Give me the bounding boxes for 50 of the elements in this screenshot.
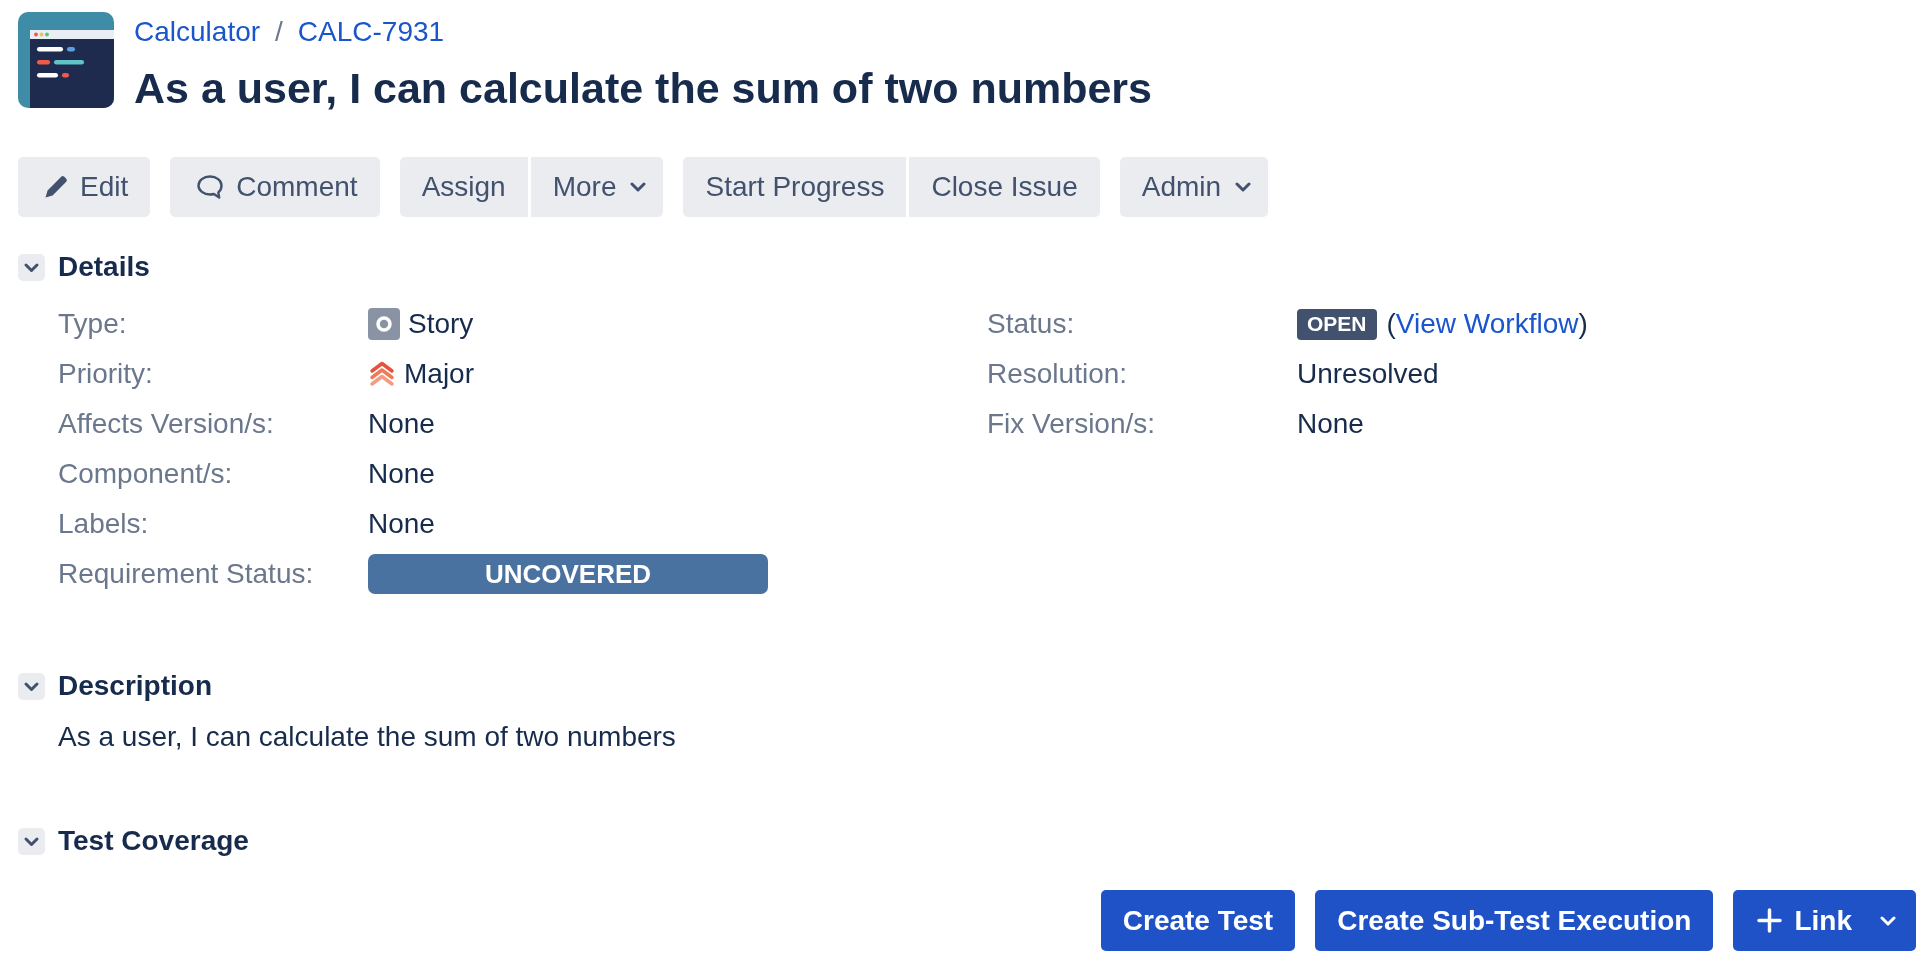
field-value: Story [408, 308, 474, 340]
toolbar-button[interactable]: Assign [399, 157, 528, 217]
requirement-status-bar: UNCOVERED [368, 554, 768, 594]
toolbar-button[interactable]: Close Issue [909, 157, 1100, 217]
workflow-link[interactable]: View Workflow [1395, 308, 1579, 339]
field-value: None [1297, 408, 1365, 440]
plus-icon [1757, 908, 1783, 933]
action-button[interactable]: Create Test [1100, 890, 1296, 951]
field-label: Resolution: [987, 358, 1129, 390]
description-text: As a user, I can calculate the sum of two numbers [57, 720, 677, 754]
field-label: Type: [58, 308, 128, 340]
field-label: Affects Version/s: [58, 408, 275, 440]
field-value: None [368, 458, 436, 490]
field-value: None [368, 408, 436, 440]
chevron-down-icon[interactable] [18, 827, 45, 855]
field-value: Major [404, 358, 474, 390]
breadcrumb-separator: / [275, 16, 283, 48]
section-heading: Details [58, 251, 150, 283]
issue-title: As a user, I can calculate the sum of two numbers [134, 63, 1152, 114]
caret-icon [1235, 182, 1252, 192]
toolbar-button[interactable]: Start Progress [683, 157, 907, 217]
field-label: Status: [987, 308, 1076, 340]
field-label: Requirement Status: [58, 558, 315, 590]
field-label: Fix Version/s: [987, 408, 1157, 440]
ring-tile-icon [368, 308, 400, 340]
action-button[interactable]: Link [1733, 890, 1916, 951]
field-label: Priority: [58, 358, 154, 390]
caret-icon [630, 182, 647, 192]
chevron-down-icon[interactable] [18, 253, 45, 281]
caret-icon [1880, 915, 1896, 926]
toolbar-button[interactable]: More [530, 157, 664, 217]
field-label: Labels: [58, 508, 150, 540]
code-window-icon [18, 12, 114, 108]
chevron-down-icon[interactable] [18, 672, 45, 700]
speech-bubble-icon [196, 174, 225, 200]
breadcrumb-link[interactable]: CALC-7931 [297, 16, 445, 48]
field-label: Component/s: [58, 458, 234, 490]
breadcrumb-link[interactable]: Calculator [134, 16, 261, 48]
field-value: Unresolved [1297, 358, 1440, 390]
status-lozenge: OPEN [1297, 308, 1377, 340]
section-heading: Description [58, 670, 213, 702]
chevrons-up-icon [368, 360, 396, 388]
field-value: None [368, 508, 436, 540]
action-button[interactable]: Create Sub-Test Execution [1315, 890, 1714, 951]
toolbar-button[interactable]: Edit [18, 157, 151, 217]
section-heading: Test Coverage [58, 825, 249, 857]
workflow-note: (View Workflow) [1386, 308, 1588, 340]
toolbar-button[interactable]: Admin [1119, 157, 1269, 217]
pencil-icon [44, 175, 68, 199]
toolbar-button[interactable]: Comment [170, 157, 380, 217]
